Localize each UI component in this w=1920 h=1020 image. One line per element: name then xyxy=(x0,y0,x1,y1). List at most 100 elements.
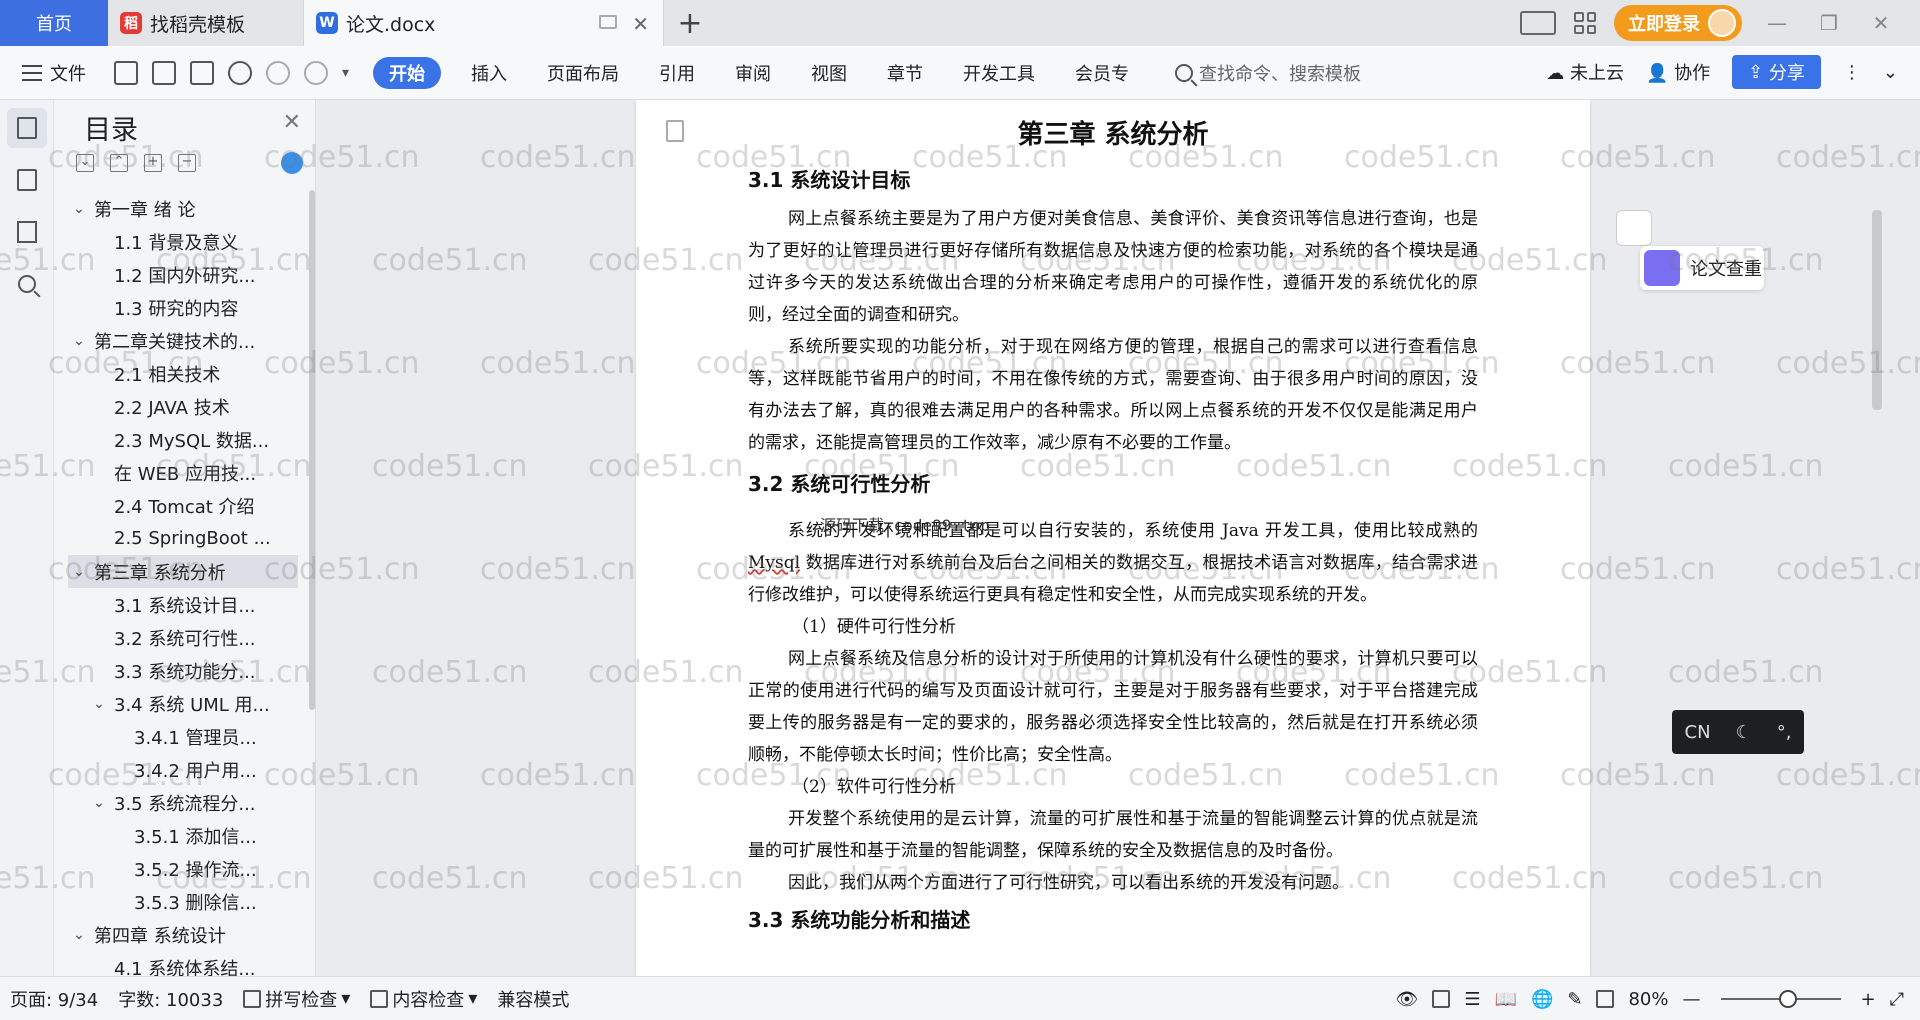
chevron-down-icon[interactable]: ⌄ xyxy=(92,795,106,811)
print-preview-icon[interactable] xyxy=(228,60,252,85)
toc-item[interactable]: 1.2 国内外研究... xyxy=(68,258,298,291)
apps-grid-icon[interactable] xyxy=(1574,12,1596,34)
find-rail-button[interactable] xyxy=(7,264,47,304)
toc-item[interactable]: ⌄ 3.4 系统 UML 用... xyxy=(68,687,298,720)
tab-page-layout[interactable]: 页面布局 xyxy=(527,57,639,89)
nav-rail-button[interactable] xyxy=(7,160,47,200)
new-tab-button[interactable]: + xyxy=(664,0,716,46)
paper-check-button[interactable]: 论文查重 xyxy=(1640,246,1764,290)
toc-item[interactable]: 2.4 Tomcat 介绍 xyxy=(68,489,298,522)
close-toc-icon[interactable]: ✕ xyxy=(283,110,301,135)
file-menu[interactable]: 文件 xyxy=(0,60,86,86)
layout-icon[interactable] xyxy=(1520,11,1556,35)
chevron-down-icon[interactable]: ⌄ xyxy=(72,333,86,349)
fullscreen-icon[interactable]: ⤢ xyxy=(1890,989,1904,1010)
zoom-level[interactable]: 80% xyxy=(1628,989,1668,1010)
restore-icon[interactable]: ❐ xyxy=(1812,11,1846,35)
spellcheck-word[interactable]: Mysql xyxy=(748,553,800,573)
outline-view-icon[interactable]: ☰ xyxy=(1464,989,1480,1010)
window-mode-icon[interactable] xyxy=(599,15,617,29)
toc-item[interactable]: ⌄ 第二章关键技术的... xyxy=(68,324,298,357)
page-options-icon[interactable] xyxy=(666,120,684,142)
redo-icon[interactable] xyxy=(304,60,328,85)
chevron-down-icon[interactable]: ⌄ xyxy=(72,927,86,943)
tab-home[interactable]: 首页 xyxy=(0,0,108,46)
collapse-all-icon[interactable]: ⌃ xyxy=(110,154,128,172)
fit-page-icon[interactable] xyxy=(1596,990,1615,1008)
more-icon[interactable]: ⋮ xyxy=(1843,62,1861,83)
spell-check-button[interactable]: 拼写检查 ▾ xyxy=(233,986,360,1012)
undo-icon[interactable] xyxy=(266,60,290,85)
content-check-button[interactable]: 内容检查 ▾ xyxy=(360,986,487,1012)
toc-item[interactable]: 1.1 背景及意义 xyxy=(68,225,298,258)
toc-item[interactable]: 在 WEB 应用技... xyxy=(68,456,298,489)
zoom-knob[interactable] xyxy=(1778,990,1797,1008)
tab-review[interactable]: 审阅 xyxy=(715,57,791,89)
tab-start[interactable]: 开始 xyxy=(373,56,442,89)
tab-references[interactable]: 引用 xyxy=(639,57,715,89)
toc-item[interactable]: 4.1 系统体系结... xyxy=(68,951,298,977)
tab-member[interactable]: 会员专 xyxy=(1055,57,1149,89)
tab-developer[interactable]: 开发工具 xyxy=(943,57,1055,89)
command-search[interactable]: 查找命令、搜索模板 xyxy=(1175,60,1361,86)
toc-item[interactable]: 3.3 系统功能分... xyxy=(68,654,298,687)
toc-item[interactable]: 1.3 研究的内容 xyxy=(68,291,298,324)
toc-item[interactable]: 3.5.1 添加信... xyxy=(68,819,298,852)
toc-item[interactable]: 3.5.2 操作流... xyxy=(68,852,298,885)
toc-item[interactable]: 3.1 系统设计目... xyxy=(68,588,298,621)
minimize-icon[interactable]: — xyxy=(1760,11,1794,35)
toc-item[interactable]: ⌄ 第四章 系统设计 xyxy=(68,918,298,951)
share-button[interactable]: ⇪ 分享 xyxy=(1732,55,1821,89)
chevron-down-icon[interactable]: ⌄ xyxy=(92,696,106,712)
tab-view[interactable]: 视图 xyxy=(791,57,867,89)
toc-item[interactable]: 2.3 MySQL 数据... xyxy=(68,423,298,456)
zoom-out-icon[interactable]: — xyxy=(1683,989,1701,1010)
toc-item[interactable]: ⌄ 3.5 系统流程分... xyxy=(68,786,298,819)
collapse-ribbon-icon[interactable]: ⌄ xyxy=(1883,62,1898,83)
remove-heading-icon[interactable]: − xyxy=(178,154,196,172)
toc-rail-button[interactable] xyxy=(7,108,47,148)
toc-item[interactable]: 2.1 相关技术 xyxy=(68,357,298,390)
punctuation-icon[interactable]: °, xyxy=(1777,722,1792,743)
bookmark-rail-button[interactable] xyxy=(7,212,47,252)
ai-assistant-icon[interactable] xyxy=(281,152,303,174)
export-pdf-icon[interactable] xyxy=(152,60,176,85)
vertical-scrollbar[interactable] xyxy=(1872,210,1882,410)
expand-all-icon[interactable]: ⌄ xyxy=(76,154,94,172)
add-heading-icon[interactable]: + xyxy=(144,154,162,172)
toc-item[interactable]: 3.4.2 用户用... xyxy=(68,753,298,786)
page-view-icon[interactable] xyxy=(1432,990,1451,1008)
ime-lang[interactable]: CN xyxy=(1685,722,1711,743)
toc-item[interactable]: 3.4.1 管理员... xyxy=(68,720,298,753)
zoom-slider[interactable] xyxy=(1720,990,1841,1008)
tab-insert[interactable]: 插入 xyxy=(451,57,527,89)
eye-protection-icon[interactable]: 👁 xyxy=(1396,989,1419,1010)
toc-item[interactable]: 3.2 系统可行性... xyxy=(68,621,298,654)
zoom-in-icon[interactable]: + xyxy=(1861,989,1876,1010)
web-view-icon[interactable]: 🌐 xyxy=(1531,989,1553,1010)
toc-item[interactable]: ⌄ 第一章 绪 论 xyxy=(68,192,298,225)
toc-scrollbar[interactable] xyxy=(309,190,315,710)
tab-sections[interactable]: 章节 xyxy=(867,57,943,89)
print-icon[interactable] xyxy=(190,60,214,85)
pen-icon[interactable]: ✎ xyxy=(1567,989,1582,1010)
collapse-panel-button[interactable] xyxy=(1616,210,1652,246)
toc-item[interactable]: 2.5 SpringBoot ... xyxy=(68,522,298,555)
login-button[interactable]: 立即登录 xyxy=(1614,5,1742,41)
chevron-down-icon[interactable]: ⌄ xyxy=(72,201,86,217)
toc-item[interactable]: ⌄ 第三章 系统分析 xyxy=(68,555,298,588)
document-page[interactable]: 第三章 系统分析 3.1 系统设计目标 网上点餐系统主要是为了用户方便对美食信息… xyxy=(636,100,1590,976)
word-count[interactable]: 字数: 10033 xyxy=(108,986,233,1012)
close-window-icon[interactable]: ✕ xyxy=(1864,11,1898,35)
chevron-down-icon[interactable]: ▾ xyxy=(342,65,349,81)
collab-button[interactable]: 👤 协作 xyxy=(1646,59,1710,85)
chevron-down-icon[interactable]: ⌄ xyxy=(72,564,86,580)
close-tab-icon[interactable]: ✕ xyxy=(632,12,649,36)
tab-document[interactable]: W 论文.docx ✕ xyxy=(304,0,664,46)
toc-item[interactable]: 3.5.3 删除信... xyxy=(68,885,298,918)
save-icon[interactable] xyxy=(114,60,138,85)
ime-toolbar[interactable]: CN ☾ °, xyxy=(1672,710,1804,754)
page-count[interactable]: 页面: 9/34 xyxy=(0,986,108,1012)
tab-template[interactable]: 稻 找稻壳模板 xyxy=(108,0,304,46)
toc-item[interactable]: 2.2 JAVA 技术 xyxy=(68,390,298,423)
